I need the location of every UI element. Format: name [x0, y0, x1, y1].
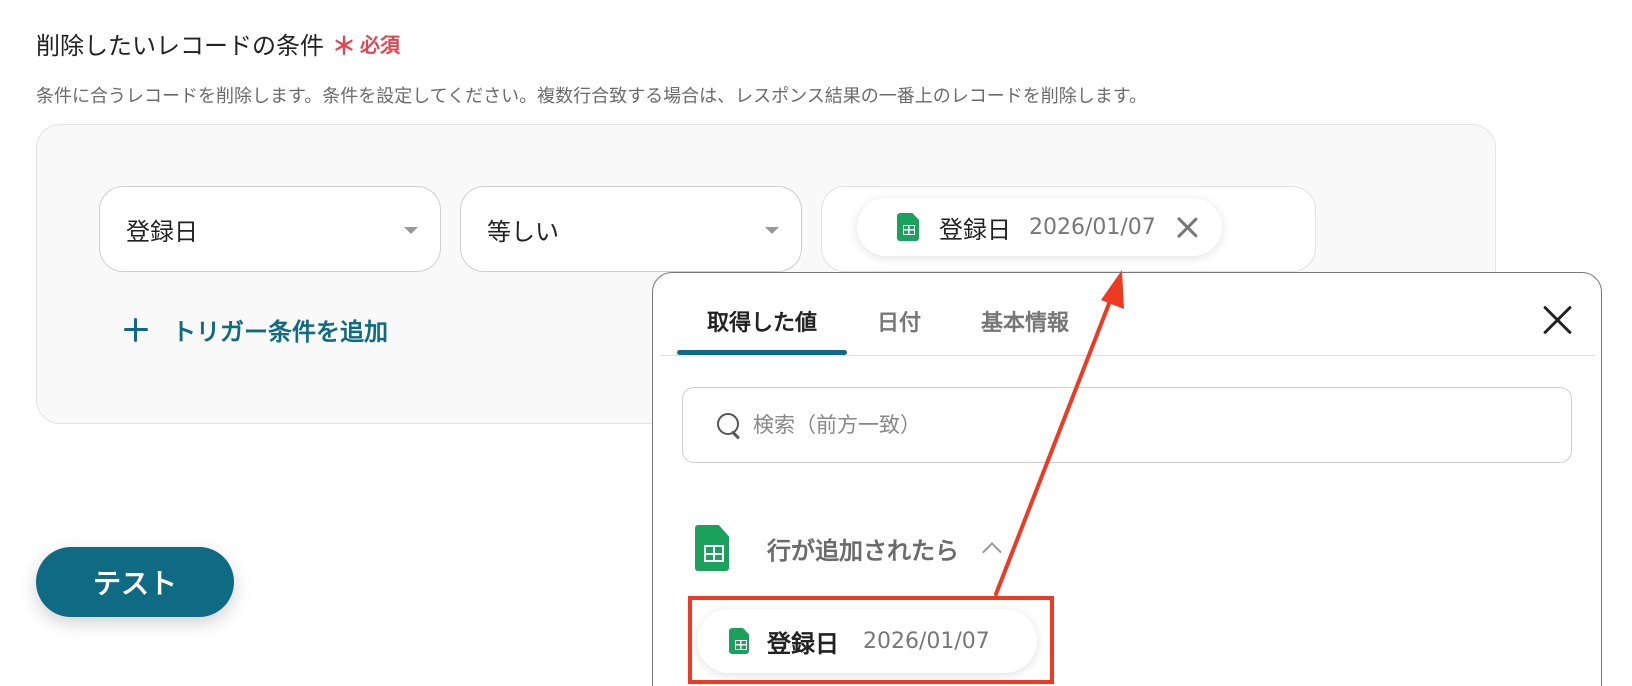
field-select[interactable]: 登録日	[99, 186, 441, 272]
list-item-label: 登録日	[767, 629, 839, 658]
search-box[interactable]	[682, 387, 1572, 463]
section-title: 削除したいレコードの条件 ＊ 必須	[36, 26, 400, 61]
tab-acquired-values[interactable]: 取得した値	[677, 273, 848, 355]
add-trigger-condition-button[interactable]: トリガー条件を追加	[124, 312, 388, 347]
popup-tabs: 取得した値 日付 基本情報	[677, 273, 1099, 355]
section-description: 条件に合うレコードを削除します。条件を設定してください。複数行合致する場合は、レ…	[36, 86, 1147, 107]
section-title-text: 削除したいレコードの条件	[36, 32, 324, 60]
search-input[interactable]	[753, 413, 1553, 437]
tab-date[interactable]: 日付	[847, 273, 951, 353]
list-item[interactable]: 登録日 2026/01/07	[697, 609, 1037, 673]
tabs-divider	[659, 355, 1595, 356]
chevron-up-icon[interactable]	[982, 542, 1002, 562]
search-icon	[717, 413, 741, 437]
required-mark: ＊	[332, 32, 356, 60]
caret-down-icon	[765, 227, 779, 234]
operator-select-value: 等しい	[487, 217, 559, 246]
tab-basic-info[interactable]: 基本情報	[951, 273, 1099, 353]
spreadsheet-icon	[729, 628, 749, 654]
trigger-group-title: 行が追加されたら	[767, 536, 959, 565]
value-chip-label: 登録日	[939, 215, 1011, 244]
required-label: 必須	[360, 33, 400, 57]
value-chip-value: 2026/01/07	[1029, 214, 1156, 240]
operator-select[interactable]: 等しい	[460, 186, 802, 272]
list-item-value: 2026/01/07	[863, 628, 990, 654]
field-select-value: 登録日	[126, 217, 198, 246]
value-picker-popup: 取得した値 日付 基本情報 行が追加されたら 登録日 2026/01/07	[652, 272, 1602, 686]
close-icon[interactable]	[1176, 216, 1198, 238]
close-icon[interactable]	[1543, 305, 1573, 335]
test-button[interactable]: テスト	[36, 547, 234, 617]
spreadsheet-icon	[897, 213, 919, 241]
spreadsheet-icon	[695, 525, 729, 571]
add-trigger-condition-label: トリガー条件を追加	[172, 318, 388, 346]
trigger-group-header[interactable]: 行が追加されたら	[695, 525, 1002, 571]
value-chip[interactable]: 登録日 2026/01/07	[857, 198, 1222, 256]
plus-icon	[124, 317, 148, 342]
caret-down-icon	[404, 227, 418, 234]
